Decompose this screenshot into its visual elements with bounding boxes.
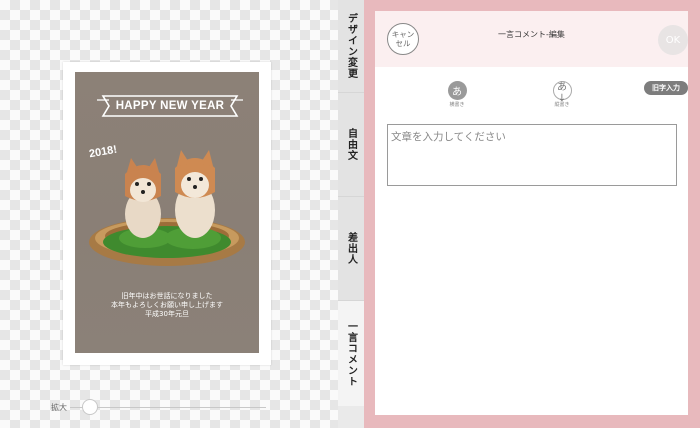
shiba-dogs-illustration — [89, 150, 245, 266]
tab-label: デザイン変更 — [345, 13, 357, 79]
greeting-line: 旧年中はお世話になりました — [121, 292, 213, 300]
tab-label: 差出人 — [345, 232, 357, 265]
tab-sender[interactable]: 差出人 — [338, 196, 364, 300]
zoom-slider-track[interactable] — [70, 407, 266, 408]
vertical-writing-option[interactable]: あ↓ 縦書き — [542, 81, 582, 108]
greeting-line: 本年もよろしくお願い申し上げます — [111, 301, 223, 309]
tab-free-text[interactable]: 自由文 — [338, 92, 364, 196]
greeting-text: 旧年中はお世話になりました 本年もよろしくお願い申し上げます 平成30年元旦 — [75, 292, 259, 319]
old-kanji-input-button[interactable]: 旧字入力 — [644, 81, 688, 95]
ok-button[interactable]: OK — [658, 25, 688, 55]
card-preview-area: HAPPY NEW YEAR 2018! 旧年中はお世話になりました 本年もよろ… — [0, 0, 338, 428]
tab-design-change[interactable]: デザイン変更 — [338, 0, 364, 92]
editor-tabs: デザイン変更 自由文 差出人 一言コメント — [338, 0, 364, 428]
option-label: 横書き — [449, 102, 465, 108]
zoom-slider-handle[interactable] — [81, 399, 98, 415]
horizontal-writing-option[interactable]: あ 横書き — [437, 81, 477, 108]
new-year-card: HAPPY NEW YEAR 2018! 旧年中はお世話になりました 本年もよろ… — [63, 62, 271, 365]
tab-label: 一言コメント — [345, 320, 357, 387]
horizontal-writing-icon: あ — [447, 81, 467, 100]
comment-editor-panel: キャンセル 一言コメント-編集 OK あ 横書き あ↓ 縦書き 旧字入力 — [375, 11, 688, 415]
editor-title: 一言コメント-編集 — [498, 30, 565, 39]
option-label: 縦書き — [554, 102, 570, 108]
banner-text: HAPPY NEW YEAR — [115, 100, 225, 112]
card-photo: HAPPY NEW YEAR 2018! 旧年中はお世話になりました 本年もよろ… — [75, 72, 259, 353]
editor-header: キャンセル 一言コメント-編集 OK — [375, 11, 688, 67]
comment-textarea[interactable] — [387, 124, 677, 186]
editor-frame: キャンセル 一言コメント-編集 OK あ 横書き あ↓ 縦書き 旧字入力 — [364, 0, 700, 428]
zoom-label: 拡大 — [51, 403, 67, 412]
vertical-writing-icon: あ↓ — [552, 81, 572, 104]
tab-label: 自由文 — [345, 128, 357, 161]
tab-short-comment[interactable]: 一言コメント — [338, 300, 364, 406]
greeting-line: 平成30年元旦 — [145, 310, 189, 318]
